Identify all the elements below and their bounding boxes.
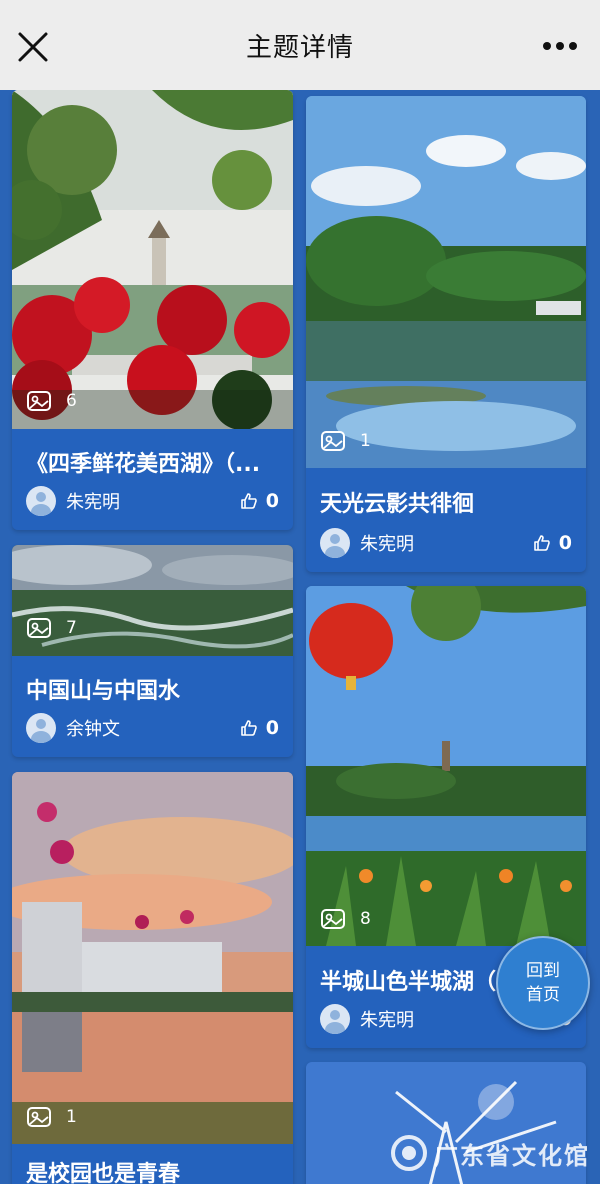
card-photo[interactable] bbox=[12, 772, 293, 1144]
more-icon[interactable] bbox=[542, 40, 578, 52]
card-author[interactable]: 朱宪明 bbox=[26, 486, 120, 516]
image-count-value: 1 bbox=[360, 431, 371, 451]
image-count-value: 6 bbox=[66, 391, 77, 411]
top-bar: 主题详情 bbox=[0, 0, 600, 90]
topic-card[interactable]: 1 天光云影共徘徊 朱宪明 0 bbox=[306, 96, 586, 572]
image-count: 7 bbox=[26, 617, 77, 639]
back-home-line1: 回到 bbox=[526, 961, 560, 981]
like-button[interactable]: 0 bbox=[533, 532, 572, 554]
back-home-line2: 首页 bbox=[526, 985, 560, 1005]
avatar bbox=[320, 1004, 350, 1034]
image-count: 8 bbox=[320, 908, 371, 930]
watermark-logo-icon bbox=[391, 1135, 427, 1171]
card-author[interactable]: 余钟文 bbox=[26, 713, 120, 743]
like-count: 0 bbox=[265, 490, 279, 512]
topic-feed[interactable]: 6 《四季鲜花美西湖》（... 朱宪明 0 1 天光云影共徘徊 朱宪明 0 7 … bbox=[0, 90, 600, 1184]
card-title[interactable]: 是校园也是青春 bbox=[26, 1156, 279, 1184]
thumbs-up-icon bbox=[533, 535, 550, 551]
image-count-value: 1 bbox=[66, 1107, 77, 1127]
page-title: 主题详情 bbox=[245, 32, 354, 63]
image-icon bbox=[321, 909, 345, 929]
topic-card[interactable]: 6 《四季鲜花美西湖》（... 朱宪明 0 bbox=[12, 90, 293, 530]
avatar bbox=[26, 713, 56, 743]
author-name: 余钟文 bbox=[66, 719, 120, 740]
author-name: 朱宪明 bbox=[360, 1010, 414, 1031]
topic-card[interactable]: 1 是校园也是青春 bbox=[12, 772, 293, 1184]
topic-card[interactable]: 7 中国山与中国水 余钟文 0 bbox=[12, 545, 293, 757]
author-name: 朱宪明 bbox=[360, 534, 414, 555]
image-count-value: 7 bbox=[66, 618, 77, 638]
like-button[interactable]: 0 bbox=[240, 490, 279, 512]
card-photo[interactable] bbox=[306, 586, 586, 946]
like-count: 0 bbox=[265, 717, 279, 739]
like-count: 0 bbox=[558, 532, 572, 554]
image-icon bbox=[321, 431, 345, 451]
card-photo[interactable] bbox=[306, 96, 586, 468]
thumbs-up-icon bbox=[240, 720, 257, 736]
back-to-home-button[interactable]: 回到 首页 bbox=[496, 936, 590, 1030]
card-author[interactable]: 朱宪明 bbox=[320, 1004, 414, 1034]
image-count-value: 8 bbox=[360, 909, 371, 929]
card-photo[interactable] bbox=[12, 545, 293, 656]
card-title[interactable]: 《四季鲜花美西湖》（... bbox=[26, 446, 279, 478]
close-icon[interactable] bbox=[16, 30, 50, 64]
thumbs-up-icon bbox=[240, 493, 257, 509]
like-button[interactable]: 0 bbox=[240, 717, 279, 739]
avatar bbox=[320, 528, 350, 558]
image-count: 1 bbox=[320, 430, 371, 452]
card-title[interactable]: 中国山与中国水 bbox=[26, 673, 279, 705]
image-icon bbox=[27, 618, 51, 638]
watermark: 广东省文化馆 bbox=[390, 1122, 600, 1184]
card-author[interactable]: 朱宪明 bbox=[320, 528, 414, 558]
avatar bbox=[26, 486, 56, 516]
watermark-text: 广东省文化馆 bbox=[434, 1141, 590, 1170]
image-count: 6 bbox=[26, 390, 77, 412]
card-title[interactable]: 天光云影共徘徊 bbox=[320, 486, 572, 518]
author-name: 朱宪明 bbox=[66, 492, 120, 513]
image-icon bbox=[27, 391, 51, 411]
image-count: 1 bbox=[26, 1106, 77, 1128]
image-icon bbox=[27, 1107, 51, 1127]
card-photo[interactable] bbox=[12, 90, 293, 429]
